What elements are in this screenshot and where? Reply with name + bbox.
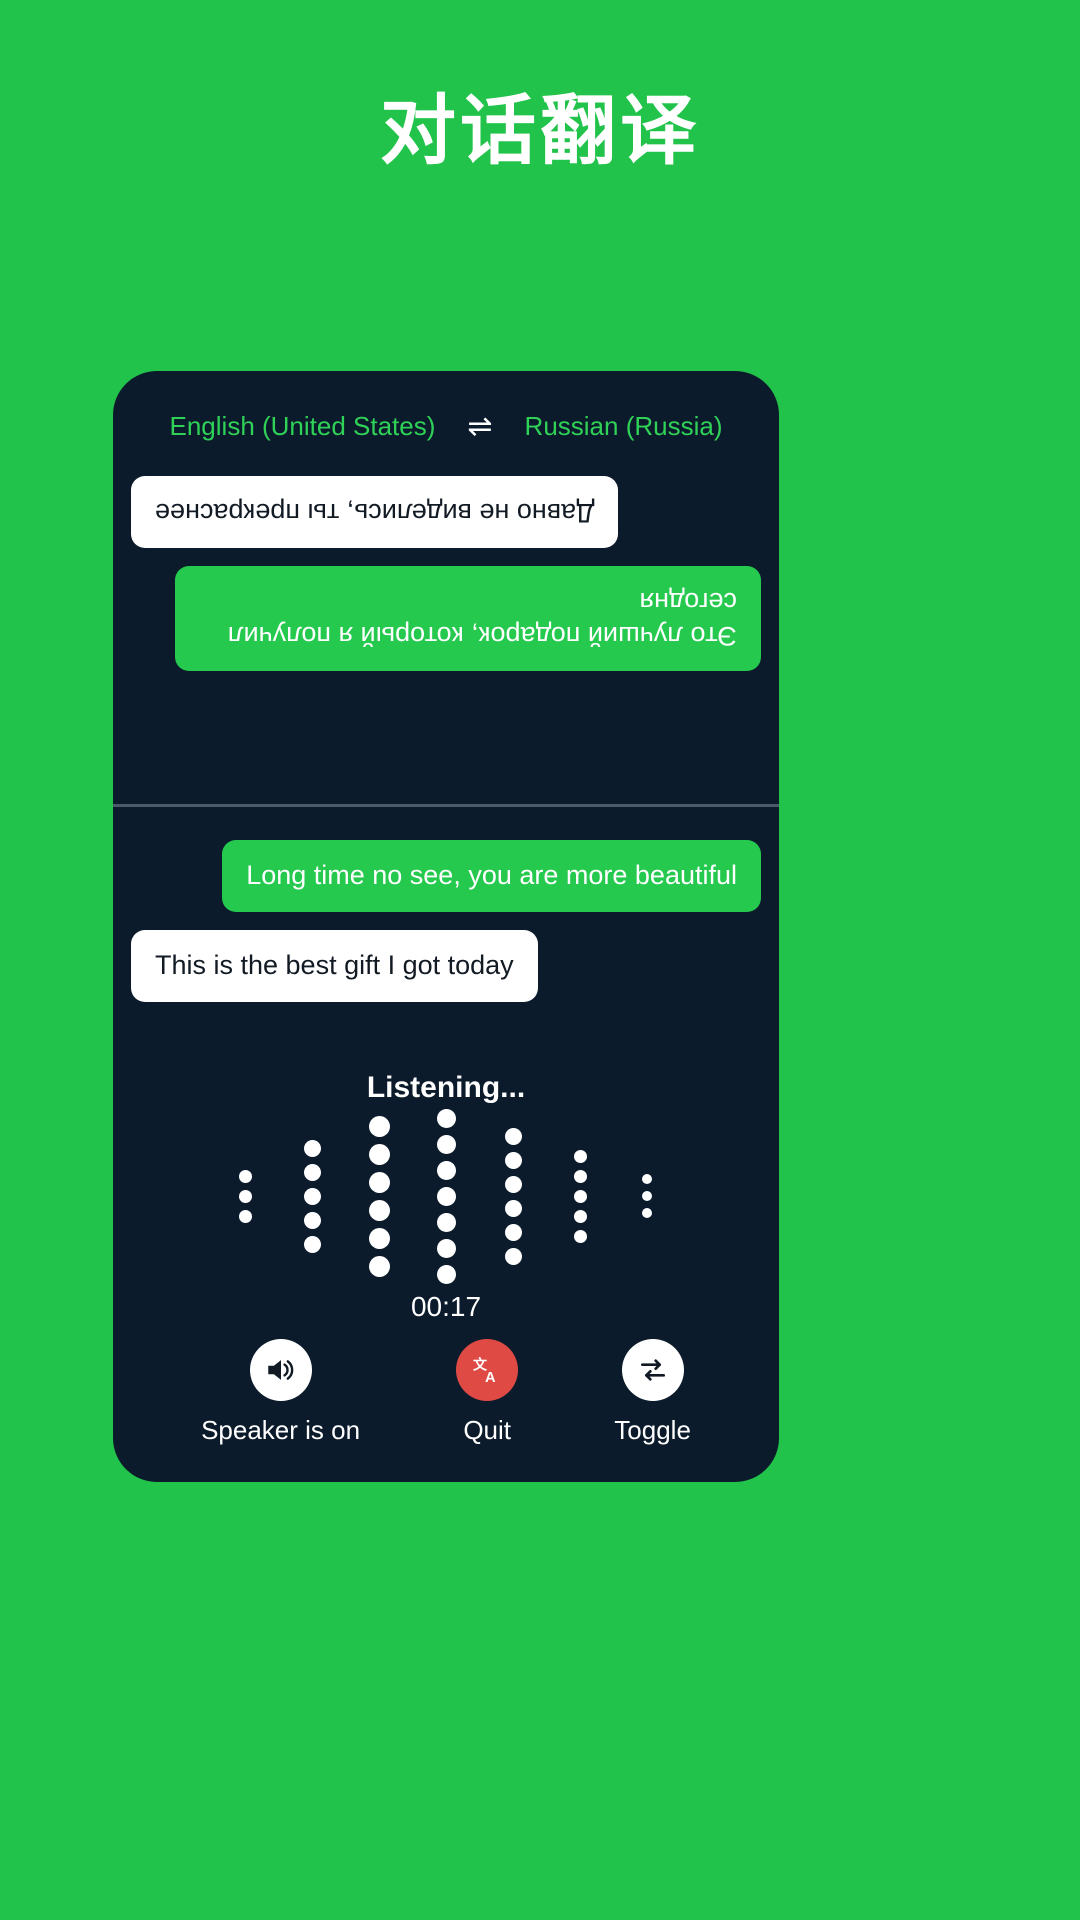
- visualizer-dot: [504, 1175, 522, 1193]
- visualizer-dot: [303, 1187, 321, 1205]
- remote-conversation-panel: Это лучший подарок, который я получил се…: [113, 467, 779, 803]
- visualizer-dot: [642, 1191, 652, 1201]
- speaker-button[interactable]: Speaker is on: [201, 1339, 360, 1446]
- message-bubble[interactable]: Это лучший подарок, который я получил се…: [175, 565, 761, 672]
- phone-panel: English (United States) ⇌ Russian (Russi…: [113, 371, 779, 1482]
- message-bubble[interactable]: Давно не виделись, ты прекраснее: [131, 476, 619, 548]
- visualizer-dot: [303, 1163, 321, 1181]
- visualizer-dot: [504, 1223, 522, 1241]
- visualizer-dot: [436, 1186, 456, 1206]
- target-language-label[interactable]: Russian (Russia): [525, 411, 723, 442]
- message-row: Давно не виделись, ты прекраснее: [131, 476, 761, 548]
- visualizer-dot: [368, 1227, 390, 1249]
- message-bubble[interactable]: This is the best gift I got today: [131, 929, 538, 1002]
- visualizer-dot: [368, 1143, 390, 1165]
- local-conversation-panel: Long time no see, you are more beautiful…: [113, 807, 779, 1057]
- control-bar: Speaker is on 文 A Quit Toggle: [113, 1339, 779, 1446]
- translate-icon[interactable]: 文A: [456, 1339, 519, 1401]
- visualizer-dot: [573, 1189, 587, 1203]
- toggle-swap-icon[interactable]: [621, 1339, 684, 1401]
- message-row: Long time no see, you are more beautiful: [131, 840, 761, 912]
- visualizer-dot: [504, 1199, 522, 1217]
- visualizer-column: [346, 1112, 413, 1280]
- swap-horizontal-icon[interactable]: ⇌: [463, 411, 496, 442]
- svg-text:A: A: [485, 1370, 496, 1386]
- visualizer-dot: [436, 1134, 456, 1154]
- visualizer-dot: [368, 1115, 390, 1137]
- visualizer-dot: [573, 1149, 587, 1163]
- message-row: This is the best gift I got today: [131, 929, 761, 1002]
- visualizer-column: [212, 1166, 279, 1226]
- visualizer-dot: [303, 1139, 321, 1157]
- recording-timer: 00:17: [410, 1291, 482, 1322]
- audio-visualizer: [113, 1108, 779, 1284]
- visualizer-column: [480, 1124, 547, 1268]
- visualizer-dot: [504, 1127, 522, 1145]
- visualizer-dot: [303, 1211, 321, 1229]
- visualizer-dot: [436, 1108, 456, 1128]
- control-label: Speaker is on: [201, 1415, 361, 1445]
- visualizer-column: [413, 1105, 480, 1287]
- visualizer-dot: [238, 1189, 252, 1203]
- visualizer-dot: [573, 1229, 587, 1243]
- visualizer-dot: [436, 1238, 456, 1258]
- visualizer-dot: [238, 1209, 252, 1223]
- message-row: Это лучший подарок, который я получил се…: [131, 565, 761, 672]
- visualizer-dot: [642, 1208, 652, 1218]
- visualizer-dot: [504, 1247, 522, 1265]
- source-language-label[interactable]: English (United States): [170, 411, 436, 442]
- visualizer-dot: [504, 1151, 522, 1169]
- listening-status: Listening...: [366, 1071, 526, 1104]
- visualizer-column: [279, 1136, 346, 1256]
- visualizer-dot: [368, 1171, 390, 1193]
- visualizer-column: [614, 1171, 681, 1222]
- visualizer-column: [547, 1146, 614, 1246]
- visualizer-dot: [303, 1235, 321, 1253]
- visualizer-dot: [573, 1169, 587, 1183]
- visualizer-dot: [436, 1160, 456, 1180]
- visualizer-dot: [436, 1212, 456, 1232]
- control-label: Quit: [463, 1415, 512, 1445]
- control-label: Toggle: [614, 1415, 691, 1445]
- quit-button[interactable]: 文 A Quit: [456, 1339, 519, 1446]
- page-title: 对话翻译: [380, 89, 700, 174]
- visualizer-dot: [573, 1209, 587, 1223]
- message-bubble[interactable]: Long time no see, you are more beautiful: [222, 840, 761, 912]
- visualizer-dot: [368, 1255, 390, 1277]
- visualizer-dot: [368, 1199, 390, 1221]
- visualizer-dot: [642, 1174, 652, 1184]
- visualizer-dot: [238, 1169, 252, 1183]
- visualizer-dot: [436, 1264, 456, 1284]
- speaker-on-icon[interactable]: [249, 1339, 312, 1401]
- language-bar: English (United States) ⇌ Russian (Russi…: [113, 411, 779, 442]
- toggle-button[interactable]: Toggle: [614, 1339, 691, 1446]
